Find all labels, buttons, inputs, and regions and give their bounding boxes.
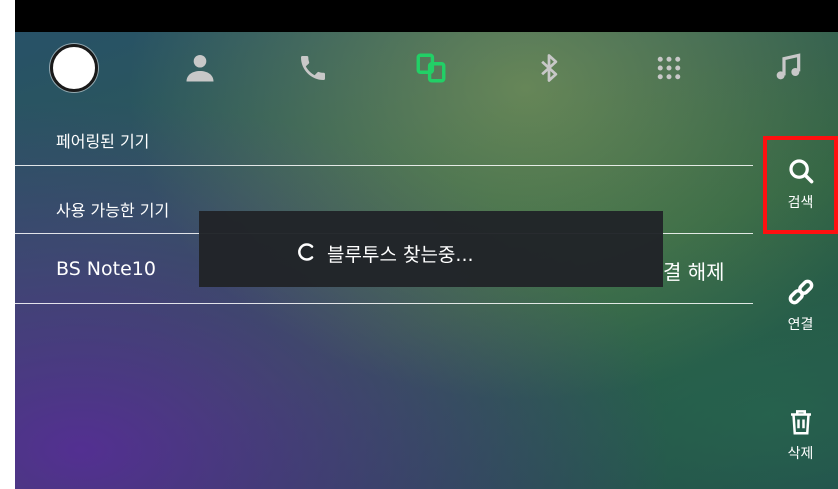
device-name: BS Note10 xyxy=(56,258,156,280)
connect-button[interactable]: 연결 xyxy=(763,276,838,334)
paired-devices-label: 페어링된 기기 xyxy=(56,132,150,151)
phone-icon xyxy=(301,56,325,80)
top-nav-bar xyxy=(15,32,838,104)
link-icon xyxy=(788,279,813,305)
phone-link-button[interactable] xyxy=(409,46,453,90)
home-icon xyxy=(50,44,98,92)
delete-label: 삭제 xyxy=(787,446,814,462)
searching-toast: 블루투스 찾는중... xyxy=(199,211,663,287)
bluetooth-icon xyxy=(541,54,558,82)
toast-message: 블루투스 찾는중... xyxy=(327,244,474,266)
search-icon xyxy=(788,159,813,184)
trash-icon xyxy=(790,410,811,435)
music-icon xyxy=(776,53,801,80)
apps-icon xyxy=(657,56,681,80)
disconnect-button[interactable]: 결 해제 xyxy=(663,256,725,285)
contacts-icon xyxy=(186,54,214,82)
contacts-button[interactable] xyxy=(178,46,222,90)
phone-button[interactable] xyxy=(291,46,335,90)
delete-button[interactable]: 삭제 xyxy=(763,407,838,463)
divider xyxy=(15,303,753,304)
loading-spinner-icon xyxy=(298,243,314,261)
bluetooth-button[interactable] xyxy=(527,46,571,90)
home-button[interactable] xyxy=(49,43,99,93)
music-button[interactable] xyxy=(766,46,810,90)
available-devices-label: 사용 가능한 기기 xyxy=(56,201,170,220)
phone-link-icon xyxy=(416,53,446,83)
connect-label: 연결 xyxy=(787,317,814,333)
head-unit-screen: 페어링된 기기 사용 가능한 기기 BS Note10 결 해제 검색 연결 삭… xyxy=(15,0,838,489)
apps-button[interactable] xyxy=(647,46,691,90)
search-label: 검색 xyxy=(787,195,814,211)
search-button[interactable]: 검색 xyxy=(763,136,838,234)
divider xyxy=(15,165,753,166)
status-bar xyxy=(15,0,838,32)
